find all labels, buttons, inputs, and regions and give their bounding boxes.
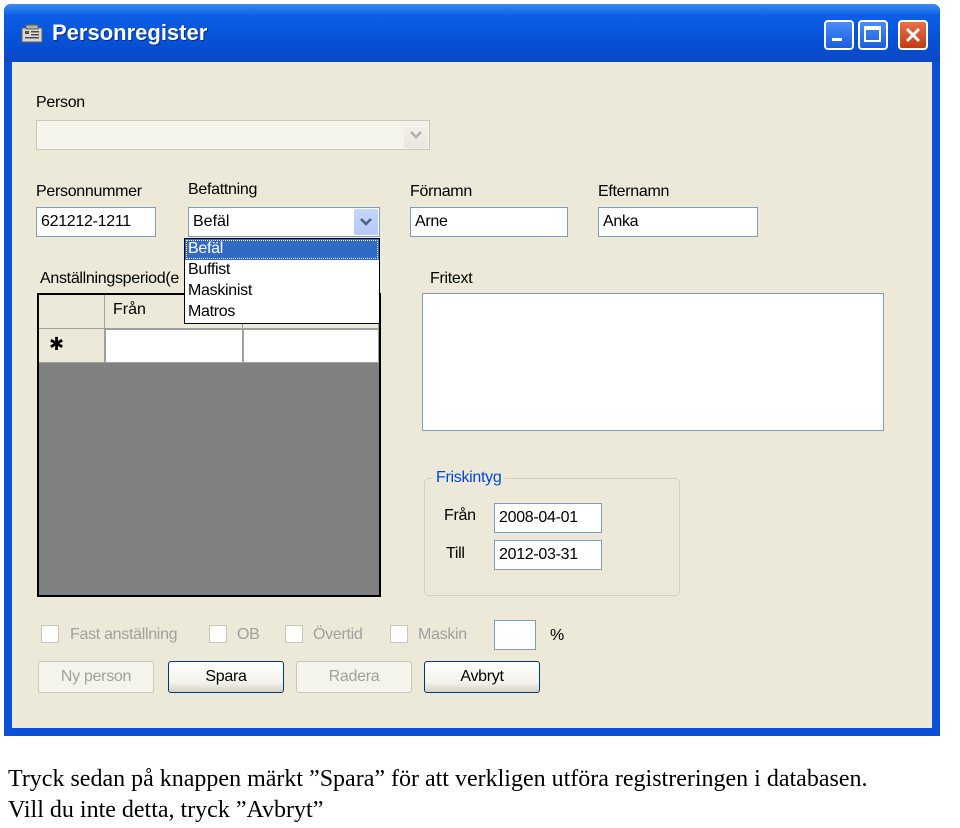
friskintyg-till-label: Till bbox=[446, 545, 465, 562]
maximize-button[interactable] bbox=[858, 20, 888, 50]
efternamn-input[interactable]: Anka bbox=[598, 207, 758, 237]
anstallningsperiod-grid[interactable]: Från ✱ bbox=[37, 293, 381, 597]
close-icon bbox=[905, 27, 921, 43]
ob-label: OB bbox=[237, 626, 260, 643]
instruction-caption-line2: Vill du inte detta, tryck ”Avbryt” bbox=[8, 797, 324, 823]
grid-new-row-marker: ✱ bbox=[39, 329, 105, 363]
friskintyg-fran-input[interactable]: 2008-04-01 bbox=[494, 503, 602, 533]
befattning-option[interactable]: Maskinist bbox=[185, 281, 379, 302]
percent-unit-label: % bbox=[550, 627, 564, 644]
maximize-icon bbox=[864, 26, 881, 42]
fornamn-label: Förnamn bbox=[410, 183, 472, 200]
app-icon bbox=[21, 24, 43, 43]
chevron-down-icon bbox=[410, 131, 422, 139]
person-combobox[interactable] bbox=[36, 120, 430, 150]
friskintyg-till-input[interactable]: 2012-03-31 bbox=[494, 540, 602, 570]
befattning-dropdown-button[interactable] bbox=[354, 209, 378, 235]
befattning-combobox-value: Befäl bbox=[193, 213, 230, 230]
maskin-label: Maskin bbox=[418, 626, 467, 643]
fritext-textarea[interactable] bbox=[422, 293, 884, 431]
befattning-option[interactable]: Buffist bbox=[185, 260, 379, 281]
minimize-icon bbox=[832, 38, 842, 41]
friskintyg-fran-label: Från bbox=[444, 507, 476, 524]
grid-cell-till[interactable] bbox=[243, 329, 379, 363]
person-label: Person bbox=[36, 94, 85, 111]
person-dropdown-button[interactable] bbox=[404, 122, 428, 148]
ob-checkbox[interactable] bbox=[209, 625, 227, 643]
befattning-option[interactable]: Matros bbox=[185, 302, 379, 323]
friskintyg-groupbox bbox=[424, 478, 680, 596]
radera-button[interactable]: Radera bbox=[296, 661, 412, 693]
fornamn-input[interactable]: Arne bbox=[410, 207, 568, 237]
fast-anstallning-label: Fast anställning bbox=[70, 626, 178, 643]
friskintyg-legend: Friskintyg bbox=[432, 469, 506, 487]
personnummer-label: Personnummer bbox=[36, 183, 142, 200]
minimize-button[interactable] bbox=[824, 20, 854, 50]
instruction-caption-line1: Tryck sedan på knappen märkt ”Spara” för… bbox=[8, 766, 868, 792]
maskin-percent-input[interactable] bbox=[494, 620, 536, 650]
close-button[interactable] bbox=[898, 20, 928, 50]
chevron-down-icon bbox=[360, 218, 372, 226]
window-title: Personregister bbox=[52, 20, 208, 45]
befattning-dropdown-list[interactable]: Befäl Buffist Maskinist Matros bbox=[184, 238, 380, 324]
befattning-option[interactable]: Befäl bbox=[185, 239, 379, 260]
befattning-combobox[interactable]: Befäl bbox=[188, 207, 380, 237]
grid-row-header-corner bbox=[39, 295, 105, 329]
efternamn-label: Efternamn bbox=[598, 183, 670, 200]
befattning-label: Befattning bbox=[188, 181, 258, 198]
ny-person-button[interactable]: Ny person bbox=[38, 661, 154, 693]
anstallningsperiod-label: Anställningsperiod(e bbox=[40, 270, 179, 287]
avbryt-button[interactable]: Avbryt bbox=[424, 661, 540, 693]
overtid-label: Övertid bbox=[313, 626, 363, 643]
fast-anstallning-checkbox[interactable] bbox=[41, 625, 59, 643]
title-bar[interactable]: Personregister bbox=[4, 4, 940, 62]
maskin-checkbox[interactable] bbox=[390, 625, 408, 643]
spara-button[interactable]: Spara bbox=[168, 661, 284, 693]
grid-cell-fran[interactable] bbox=[105, 329, 243, 363]
personnummer-input[interactable]: 621212-1211 bbox=[36, 207, 156, 237]
fritext-label: Fritext bbox=[430, 270, 473, 287]
overtid-checkbox[interactable] bbox=[285, 625, 303, 643]
